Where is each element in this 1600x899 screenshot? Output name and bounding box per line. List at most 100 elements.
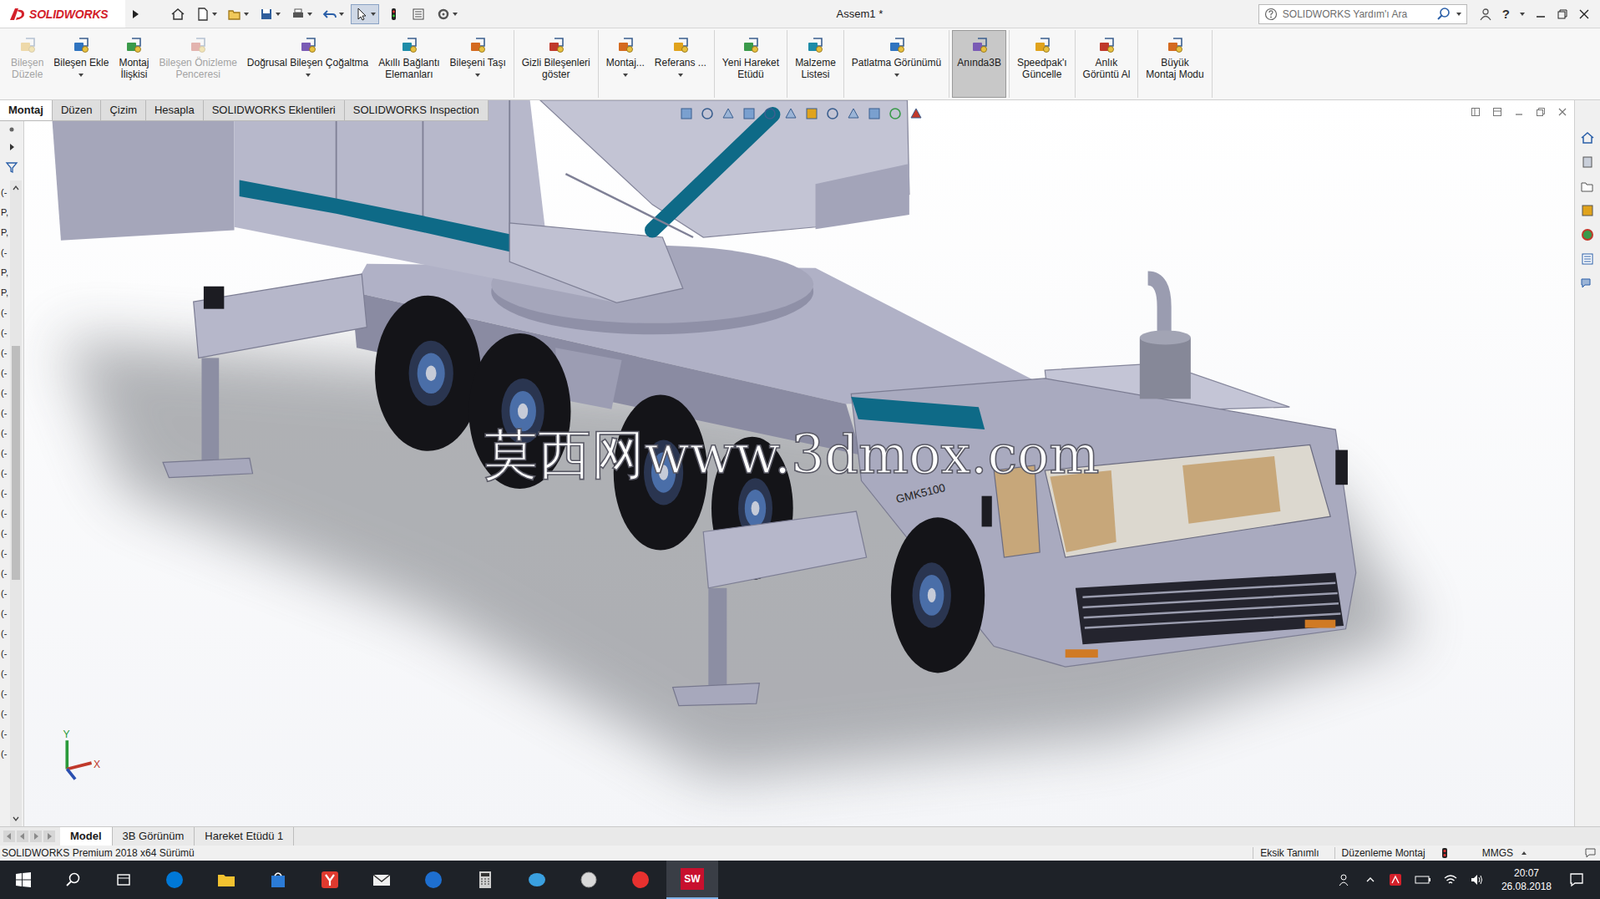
taskbar-app[interactable] (614, 860, 667, 899)
feature-item[interactable]: (- (0, 182, 11, 203)
feature-item[interactable]: (- (0, 562, 11, 583)
taskbar-app[interactable] (303, 860, 356, 899)
tab-nav-icon[interactable] (3, 830, 16, 842)
menu-flyout-icon[interactable] (130, 8, 141, 21)
search-icon[interactable] (65, 870, 82, 888)
task-pane-icon[interactable] (1579, 275, 1595, 291)
model-tab[interactable]: Hareket Etüdü 1 (194, 826, 294, 846)
help-button[interactable]: ? (1502, 6, 1510, 21)
command-button[interactable]: AnlıkGörüntü Al (1078, 30, 1136, 98)
tab-nav-icon[interactable] (43, 830, 56, 842)
feature-item[interactable]: (- (0, 542, 11, 563)
command-button[interactable]: Doğrusal Bileşen Çoğaltma (242, 30, 374, 98)
dropdown-caret-icon[interactable] (622, 73, 628, 77)
model-tab[interactable]: Model (60, 826, 113, 846)
expand-arrow-icon[interactable] (6, 141, 17, 152)
command-button[interactable]: Montaj... (601, 30, 650, 98)
taskbar-app[interactable] (148, 860, 201, 899)
rebuild-status-icon[interactable] (1440, 846, 1449, 859)
windows-start-icon[interactable] (15, 870, 32, 888)
command-button[interactable]: Anında3B (951, 30, 1007, 98)
feature-tree-icon[interactable] (7, 125, 16, 134)
command-tab[interactable]: Hesapla (146, 100, 204, 122)
view-tool-icon[interactable] (887, 106, 903, 122)
tab-nav-icon[interactable] (30, 830, 42, 842)
user-icon[interactable] (1478, 7, 1493, 21)
taskbar-app[interactable] (459, 860, 512, 899)
feature-item[interactable]: (- (0, 683, 11, 704)
command-button[interactable]: Patlatma Görünümü (846, 30, 947, 98)
feature-item[interactable]: (- (0, 422, 11, 443)
units-caret-icon[interactable] (1521, 850, 1527, 855)
tab-nav-icon[interactable] (16, 830, 29, 842)
restore-icon[interactable] (1535, 106, 1546, 117)
command-tab[interactable]: SOLIDWORKS Inspection (344, 100, 489, 122)
taskbar-app[interactable] (200, 860, 253, 899)
people-icon[interactable] (1337, 871, 1353, 887)
filter-icon[interactable] (5, 160, 19, 174)
app-logo[interactable]: SOLIDWORKS (0, 0, 126, 28)
command-tab[interactable]: SOLIDWORKS Eklentileri (203, 100, 345, 122)
feature-item[interactable]: (- (0, 522, 11, 543)
feature-item[interactable]: (- (0, 362, 11, 383)
command-button[interactable]: Akıllı BağlantıElemanları (373, 30, 445, 98)
volume-icon[interactable] (1469, 871, 1485, 887)
feature-item[interactable]: (- (0, 382, 11, 403)
command-button[interactable]: Gizli Bileşenlerigöster (516, 30, 596, 98)
command-tab[interactable]: Çizim (101, 100, 147, 122)
quick-access-button[interactable] (407, 4, 430, 25)
view-tool-icon[interactable] (908, 106, 924, 122)
view-tool-icon[interactable] (720, 106, 736, 122)
dropdown-caret-icon[interactable] (678, 73, 684, 77)
clock[interactable]: 20:0726.08.2018 (1496, 865, 1557, 893)
feature-item[interactable]: (- (0, 743, 11, 764)
command-button[interactable]: BüyükMontaj Modu (1140, 30, 1209, 98)
restore-icon[interactable] (1556, 8, 1569, 21)
scrollbar[interactable] (10, 180, 22, 826)
command-tab[interactable]: Düzen (52, 100, 102, 122)
magnifier-icon[interactable] (1436, 6, 1452, 22)
tile-icon[interactable] (1492, 106, 1503, 117)
view-tool-icon[interactable] (741, 106, 757, 122)
feature-item[interactable]: (- (0, 242, 11, 263)
command-button[interactable]: Bileşen Ekle (48, 30, 114, 98)
taskbar-app[interactable] (511, 860, 563, 899)
feature-item[interactable]: P, (0, 202, 11, 223)
command-tab[interactable]: Montaj (0, 100, 53, 122)
quick-access-button[interactable] (255, 4, 284, 25)
task-pane-icon[interactable] (1579, 178, 1595, 194)
task-pane-icon[interactable] (1579, 251, 1595, 267)
scroll-thumb[interactable] (11, 345, 21, 580)
close-icon[interactable] (1578, 8, 1590, 21)
feature-item[interactable]: (- (0, 342, 11, 363)
taskbar-app[interactable] (355, 860, 408, 899)
taskbar-app[interactable] (407, 860, 460, 899)
task-pane-icon[interactable] (1579, 227, 1595, 243)
battery-icon[interactable] (1414, 873, 1432, 886)
task-pane-icon[interactable] (1579, 154, 1595, 170)
feature-item[interactable]: (- (0, 502, 11, 523)
command-button[interactable]: Speedpak'ıGüncelle (1012, 30, 1073, 98)
view-tool-icon[interactable] (678, 106, 694, 122)
feature-item[interactable]: (- (0, 402, 11, 423)
view-tool-icon[interactable] (783, 106, 799, 122)
command-button[interactable]: Bileşeni Taşı (445, 30, 512, 98)
feature-item[interactable]: P, (0, 222, 11, 243)
command-button[interactable]: Referans ... (649, 30, 712, 98)
dropdown-caret-icon[interactable] (78, 73, 84, 77)
feature-item[interactable]: (- (0, 663, 11, 684)
crane-model[interactable]: GMK5100YX莫西网www.3dmox.com (24, 100, 1575, 826)
feature-item[interactable]: (- (0, 442, 11, 463)
units-selector[interactable]: MMGS (1482, 846, 1514, 859)
command-button[interactable]: Yeni HareketEtüdü (717, 30, 785, 98)
dropdown-caret-icon[interactable] (305, 73, 311, 77)
quick-access-button[interactable] (432, 4, 461, 25)
close-icon[interactable] (1557, 106, 1568, 117)
notifications-icon[interactable] (1568, 870, 1585, 888)
view-tool-icon[interactable] (804, 106, 820, 122)
help-search-box[interactable]: SOLIDWORKS Yardım'ı Ara (1258, 4, 1468, 25)
feature-item[interactable]: (- (0, 622, 11, 644)
feature-item[interactable]: (- (0, 582, 11, 603)
task-pane-icon[interactable] (1579, 130, 1595, 146)
minimize-icon[interactable] (1513, 106, 1525, 117)
